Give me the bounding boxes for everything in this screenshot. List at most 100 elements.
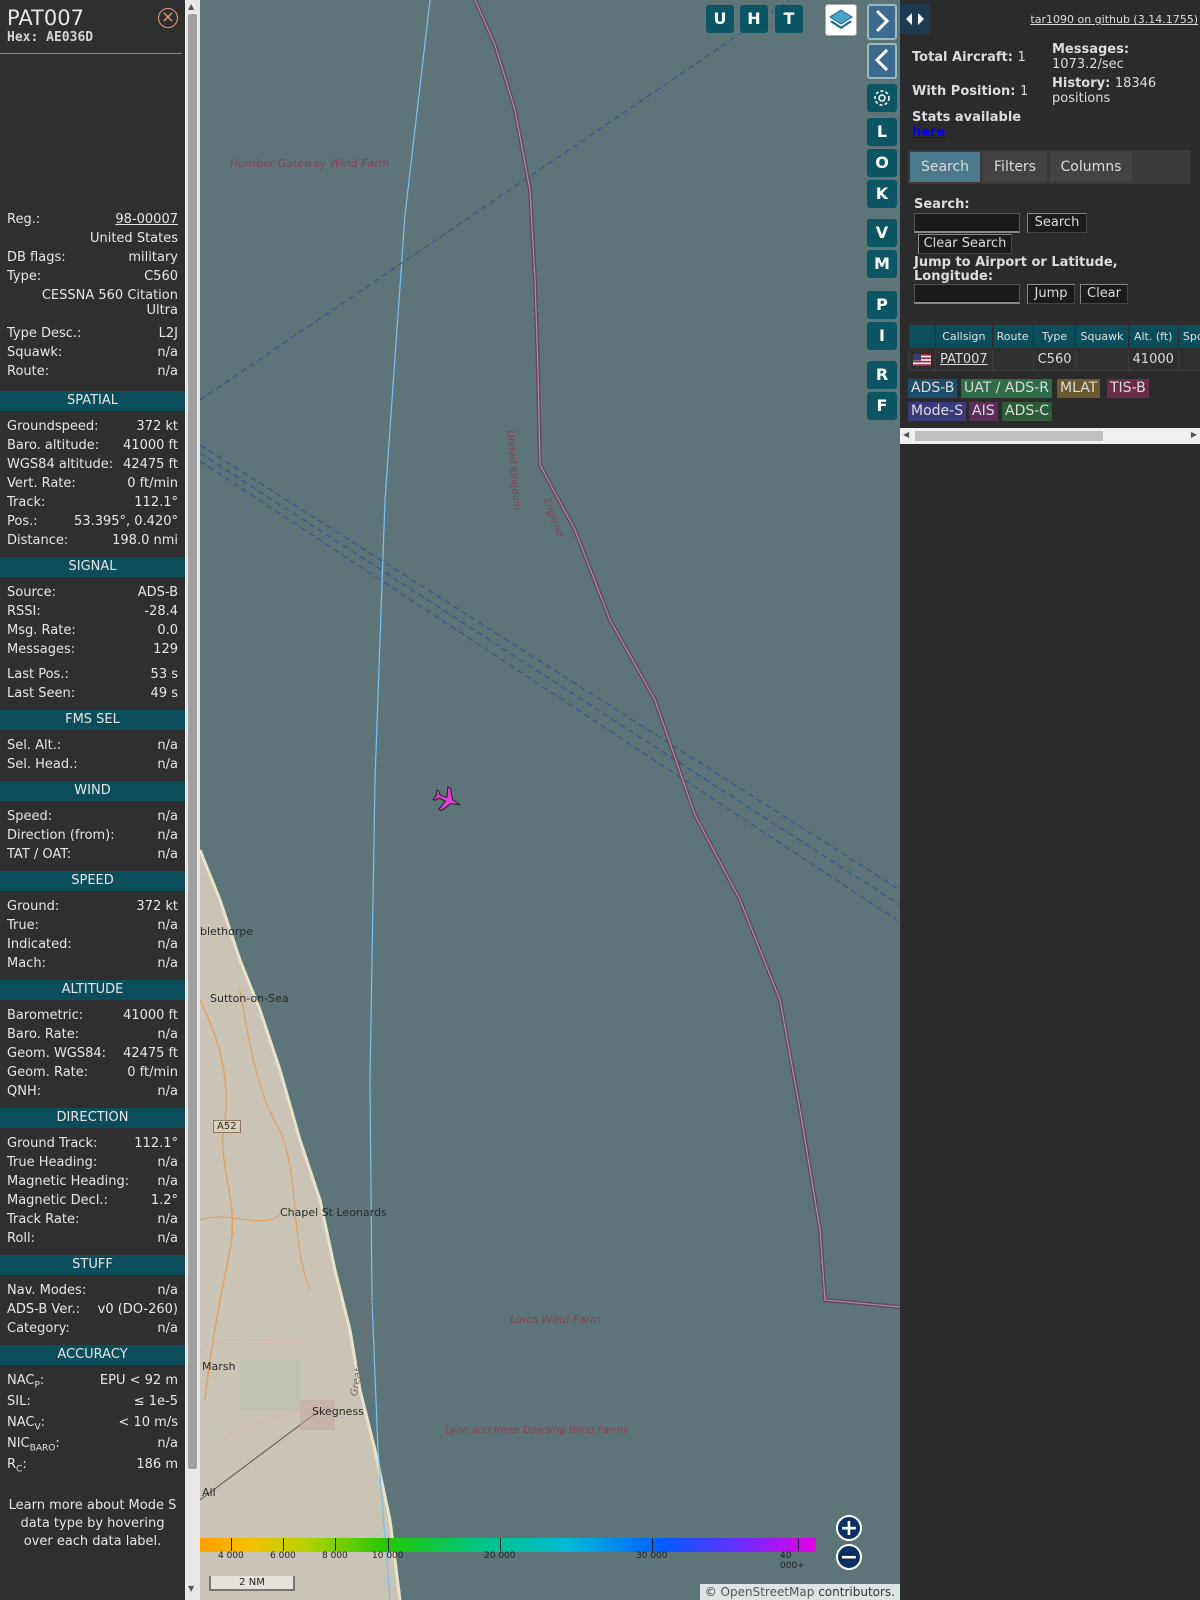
search-input[interactable]	[914, 213, 1020, 233]
search-button[interactable]: Search	[1027, 213, 1087, 233]
scrollbar-thumb[interactable]	[188, 14, 197, 1469]
info-label[interactable]: NACP:	[7, 1371, 44, 1391]
registration-link[interactable]: 98-00007	[115, 210, 178, 229]
column-route[interactable]: Route	[991, 324, 1034, 349]
button-k[interactable]: K	[867, 180, 897, 208]
button-i[interactable]: I	[867, 322, 897, 350]
info-label[interactable]: Magnetic Heading:	[7, 1172, 129, 1191]
map-view[interactable]: Humber Gateway Wind Farm United Kingdom …	[200, 0, 900, 1600]
button-o[interactable]: O	[867, 149, 897, 177]
scroll-left-icon[interactable]: ◀	[903, 430, 909, 439]
zoom-in-button[interactable]: +	[836, 1515, 862, 1541]
info-label[interactable]: Baro. Rate:	[7, 1025, 79, 1044]
tab-search[interactable]: Search	[910, 152, 980, 182]
info-label[interactable]: Sel. Alt.:	[7, 736, 61, 755]
column-squawk[interactable]: Squawk	[1075, 324, 1129, 349]
column-speed[interactable]: Spd.	[1177, 324, 1200, 349]
info-label[interactable]: Direction (from):	[7, 826, 115, 845]
zoom-out-button[interactable]: −	[836, 1544, 862, 1570]
info-label[interactable]: Vert. Rate:	[7, 474, 76, 493]
stats-here-link[interactable]: here	[912, 125, 945, 140]
button-h[interactable]: H	[740, 5, 768, 33]
info-label[interactable]: Pos.:	[7, 512, 38, 531]
button-m[interactable]: M	[867, 250, 897, 278]
info-label[interactable]: Geom. WGS84:	[7, 1044, 106, 1063]
jump-input[interactable]	[914, 284, 1020, 304]
column-callsign[interactable]: Callsign	[935, 324, 993, 349]
info-label[interactable]: Ground:	[7, 897, 59, 916]
history-label: History:	[1052, 76, 1111, 91]
table-row[interactable]: PAT007 C560 41000	[908, 348, 1200, 371]
info-label[interactable]: Source:	[7, 583, 56, 602]
settings-button[interactable]	[867, 84, 897, 112]
info-label[interactable]: Sel. Head.:	[7, 755, 78, 774]
info-label[interactable]: Baro. altitude:	[7, 436, 99, 455]
info-label[interactable]: TAT / OAT:	[7, 845, 71, 864]
info-label[interactable]: NICBARO:	[7, 1434, 60, 1454]
info-label[interactable]: Ground Track:	[7, 1134, 97, 1153]
button-v[interactable]: V	[867, 219, 897, 247]
button-t[interactable]: T	[775, 5, 803, 33]
info-label[interactable]: NACV:	[7, 1413, 45, 1433]
scroll-up-icon[interactable]: ▲	[188, 2, 194, 11]
info-label[interactable]: Speed:	[7, 807, 52, 826]
scroll-right-icon[interactable]: ▶	[1191, 430, 1197, 439]
column-flag[interactable]	[908, 324, 936, 349]
jump-button[interactable]: Jump	[1027, 284, 1075, 304]
tab-columns[interactable]: Columns	[1050, 152, 1132, 182]
info-label[interactable]: QNH:	[7, 1082, 41, 1101]
info-label[interactable]: SIL:	[7, 1392, 31, 1411]
info-label[interactable]: True Heading:	[7, 1153, 97, 1172]
info-label[interactable]: RSSI:	[7, 602, 41, 621]
layers-button[interactable]	[825, 4, 857, 36]
info-label[interactable]: Last Pos.:	[7, 665, 69, 684]
info-label[interactable]: Track:	[7, 493, 45, 512]
info-label[interactable]: Barometric:	[7, 1006, 83, 1025]
expand-right-button[interactable]	[867, 4, 897, 40]
callsign-link[interactable]: PAT007	[940, 352, 988, 367]
github-link[interactable]: tar1090 on github (3.14.1755)	[1030, 13, 1198, 26]
button-p[interactable]: P	[867, 291, 897, 319]
info-label[interactable]: Distance:	[7, 531, 68, 550]
tab-filters[interactable]: Filters	[983, 152, 1047, 182]
clear-button[interactable]: Clear	[1080, 284, 1128, 304]
info-label[interactable]: Msg. Rate:	[7, 621, 76, 640]
scroll-down-icon[interactable]: ▼	[188, 1584, 194, 1593]
info-label[interactable]: Indicated:	[7, 935, 72, 954]
callsign-cell[interactable]: PAT007	[935, 348, 993, 371]
toggle-sidebar-button[interactable]	[900, 4, 930, 34]
collapse-left-button[interactable]	[867, 43, 897, 79]
info-label[interactable]: Messages:	[7, 640, 75, 659]
button-f[interactable]: F	[867, 392, 897, 420]
aircraft-marker-icon[interactable]	[431, 784, 465, 816]
info-label[interactable]: ADS-B Ver.:	[7, 1300, 80, 1319]
legend-ais: AIS	[969, 402, 998, 421]
button-r[interactable]: R	[867, 361, 897, 389]
button-l[interactable]: L	[867, 118, 897, 146]
scrollbar-thumb[interactable]	[915, 431, 1103, 441]
info-label[interactable]: True:	[7, 916, 39, 935]
info-label[interactable]: Nav. Modes:	[7, 1281, 86, 1300]
column-altitude[interactable]: Alt. (ft)	[1127, 324, 1179, 349]
info-label[interactable]: WGS84 altitude:	[7, 455, 113, 474]
info-row: Track Rate: n/a	[0, 1210, 185, 1229]
button-u[interactable]: U	[706, 5, 734, 33]
info-label[interactable]: Mach:	[7, 954, 46, 973]
info-label[interactable]: Last Seen:	[7, 684, 75, 703]
info-label[interactable]: Groundspeed:	[7, 417, 98, 436]
info-label[interactable]: Geom. Rate:	[7, 1063, 88, 1082]
table-horizontal-scrollbar[interactable]: ◀ ▶	[900, 428, 1200, 444]
osm-link[interactable]: OpenStreetMap	[721, 1585, 815, 1599]
info-label[interactable]: Roll:	[7, 1229, 35, 1248]
info-panel-scrollbar[interactable]: ▲ ▼	[185, 0, 200, 1600]
detail-row-typedesc: Type Desc.: L2J	[0, 324, 185, 343]
close-icon[interactable]: ×	[158, 8, 178, 28]
detail-row-squawk: Squawk: n/a	[0, 343, 185, 362]
info-label[interactable]: Track Rate:	[7, 1210, 79, 1229]
clear-search-button[interactable]: Clear Search	[918, 234, 1012, 254]
detail-label: Type:	[7, 269, 42, 284]
info-label[interactable]: Magnetic Decl.:	[7, 1191, 108, 1210]
info-label[interactable]: RC:	[7, 1455, 27, 1475]
column-type[interactable]: Type	[1032, 324, 1077, 349]
info-label[interactable]: Category:	[7, 1319, 70, 1338]
